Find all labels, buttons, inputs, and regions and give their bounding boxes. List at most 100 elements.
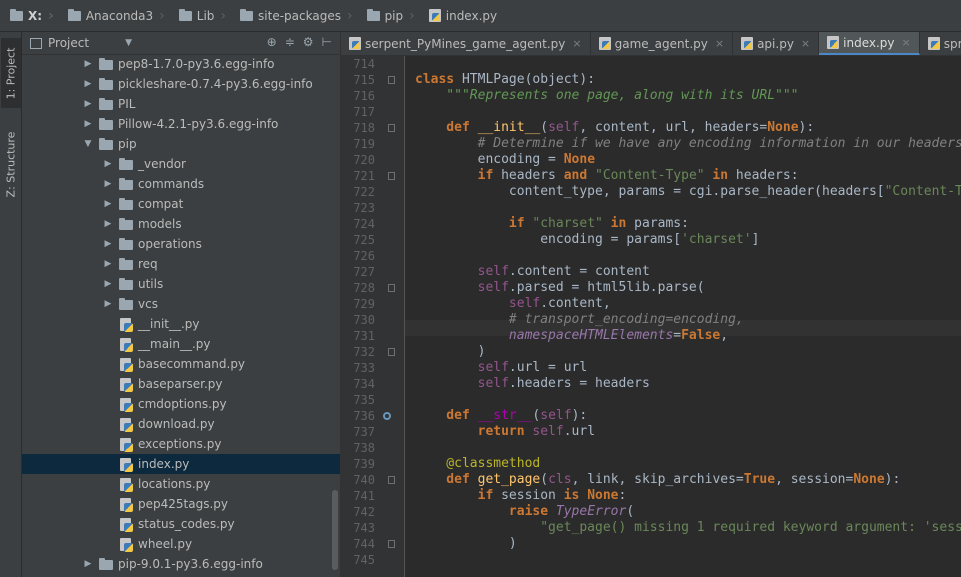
tree-item[interactable]: ▶ operations [22,234,340,254]
breadcrumb-item[interactable]: pip › [357,0,419,31]
project-tree-scrollbar[interactable] [332,490,338,570]
editor-tab[interactable]: sprite_identi [920,32,961,55]
chevron-right-icon[interactable]: ▶ [102,299,114,309]
project-panel-title[interactable]: Project [48,36,89,50]
chevron-right-icon[interactable]: ▶ [102,199,114,209]
code-line[interactable]: ) [415,536,517,552]
chevron-right-icon[interactable]: ▶ [102,239,114,249]
chevron-right-icon[interactable]: ▶ [102,219,114,229]
chevron-down-icon[interactable]: ▼ [125,38,132,48]
code-line[interactable]: def __init__(self, content, url, headers… [415,120,814,136]
structure-tool-tab[interactable]: Z: Structure [1,124,21,204]
tree-item[interactable]: ▼ pip [22,134,340,154]
code-editor[interactable]: 714 715 716 717 718 719 720 721 722 723 724 725 726 7… [341,56,961,577]
chevron-right-icon[interactable]: ▶ [82,99,94,109]
chevron-right-icon[interactable]: ▶ [82,59,94,69]
chevron-right-icon[interactable]: ▶ [82,559,94,569]
line-number: 744 [353,537,375,551]
code-line[interactable]: self.content = content [415,264,650,280]
tree-item[interactable]: status_codes.py [22,514,340,534]
code-line[interactable]: self.headers = headers [415,376,650,392]
tree-item[interactable]: ▶ Pillow-4.2.1-py3.6.egg-info [22,114,340,134]
close-tab-icon[interactable]: × [715,37,724,50]
code-line[interactable]: content_type, params = cgi.parse_header(… [415,184,961,200]
code-line[interactable]: return self.url [415,424,595,440]
chevron-down-icon[interactable]: ▼ [82,139,94,149]
close-tab-icon[interactable]: × [902,36,911,49]
code-line[interactable]: # Determine if we have any encoding info… [415,136,961,152]
code-line[interactable]: if session is None: [415,488,627,504]
code-line[interactable]: class HTMLPage(object): [415,72,595,88]
breadcrumb-item[interactable]: Lib › [169,0,230,31]
close-tab-icon[interactable]: × [801,37,810,50]
tree-item[interactable]: ▶ pep8-1.7.0-py3.6.egg-info [22,54,340,74]
code-line[interactable]: "get_page() missing 1 required keyword a… [415,520,961,536]
breadcrumb-item[interactable]: X: › [0,0,58,31]
hide-panel-icon[interactable]: ⊢ [322,35,332,49]
code-line[interactable]: def get_page(cls, link, skip_archives=Tr… [415,472,900,488]
tree-item[interactable]: __main__.py [22,334,340,354]
code-line[interactable]: self.url = url [415,360,588,376]
code-line[interactable]: if "charset" in params: [415,216,689,232]
locate-icon[interactable]: ⊕ [267,35,277,49]
tree-item[interactable]: ▶ _vendor [22,154,340,174]
editor-tab[interactable]: serpent_PyMines_game_agent.py × [341,32,591,55]
project-tool-tab[interactable]: 1: Project [1,38,21,108]
tree-item[interactable]: baseparser.py [22,374,340,394]
fold-marker-icon[interactable] [388,124,395,132]
code-line[interactable]: encoding = params['charset'] [415,232,759,248]
editor-tab[interactable]: game_agent.py × [591,32,734,55]
tree-item[interactable]: ▶ PIL [22,94,340,114]
chevron-right-icon[interactable]: ▶ [102,279,114,289]
editor-tab[interactable]: index.py × [819,32,920,55]
chevron-right-icon[interactable]: ▶ [102,179,114,189]
tree-item[interactable]: ▶ req [22,254,340,274]
fold-marker-icon[interactable] [388,348,395,356]
tree-item[interactable]: ▶ vcs [22,294,340,314]
fold-marker-icon[interactable] [388,476,395,484]
breadcrumb-item[interactable]: site-packages › [230,0,357,31]
fold-marker-icon[interactable] [388,172,395,180]
tree-item[interactable]: __init__.py [22,314,340,334]
tree-item[interactable]: ▶ pip-9.0.1-py3.6.egg-info [22,554,340,574]
code-line[interactable]: if headers and "Content-Type" in headers… [415,168,799,184]
code-area[interactable]: class HTMLPage(object): """Represents on… [415,56,961,577]
chevron-right-icon[interactable]: ▶ [102,259,114,269]
code-line[interactable]: ) [415,344,486,360]
tree-item[interactable]: ▶ utils [22,274,340,294]
tree-item[interactable]: pep425tags.py [22,494,340,514]
collapse-all-icon[interactable]: ≑ [285,35,295,49]
chevron-right-icon[interactable]: ▶ [102,159,114,169]
chevron-right-icon[interactable]: ▶ [82,119,94,129]
tree-item[interactable]: ▶ models [22,214,340,234]
fold-marker-icon[interactable] [388,284,395,292]
override-marker-icon[interactable] [383,412,391,420]
settings-gear-icon[interactable]: ⚙ [303,35,314,49]
tree-item[interactable]: ▶ commands [22,174,340,194]
tree-item[interactable]: cmdoptions.py [22,394,340,414]
tree-item[interactable]: download.py [22,414,340,434]
tree-item[interactable]: index.py [22,454,340,474]
breadcrumb-item[interactable]: Anaconda3 › [58,0,169,31]
tree-item[interactable]: exceptions.py [22,434,340,454]
code-line[interactable]: def __str__(self): [415,408,587,424]
code-line[interactable]: @classmethod [415,456,540,472]
code-line[interactable]: self.parsed = html5lib.parse( [415,280,705,296]
code-line[interactable]: encoding = None [415,152,595,168]
tree-item[interactable]: wheel.py [22,534,340,554]
code-line[interactable]: self.content, [415,296,611,312]
code-line[interactable]: raise TypeError( [415,504,634,520]
tree-item[interactable]: locations.py [22,474,340,494]
tree-item[interactable]: ▶ pickleshare-0.7.4-py3.6.egg-info [22,74,340,94]
code-line[interactable]: namespaceHTMLElements=False, [415,328,728,344]
breadcrumb-item[interactable]: index.py [419,0,501,31]
code-line[interactable]: """Represents one page, along with its U… [415,88,798,104]
tree-item[interactable]: basecommand.py [22,354,340,374]
fold-marker-icon[interactable] [388,76,395,84]
code-line[interactable]: # transport_encoding=encoding, [415,312,744,328]
editor-tab[interactable]: api.py × [733,32,820,55]
tree-item[interactable]: ▶ compat [22,194,340,214]
fold-marker-icon[interactable] [388,540,395,548]
chevron-right-icon[interactable]: ▶ [82,79,94,89]
close-tab-icon[interactable]: × [572,37,581,50]
